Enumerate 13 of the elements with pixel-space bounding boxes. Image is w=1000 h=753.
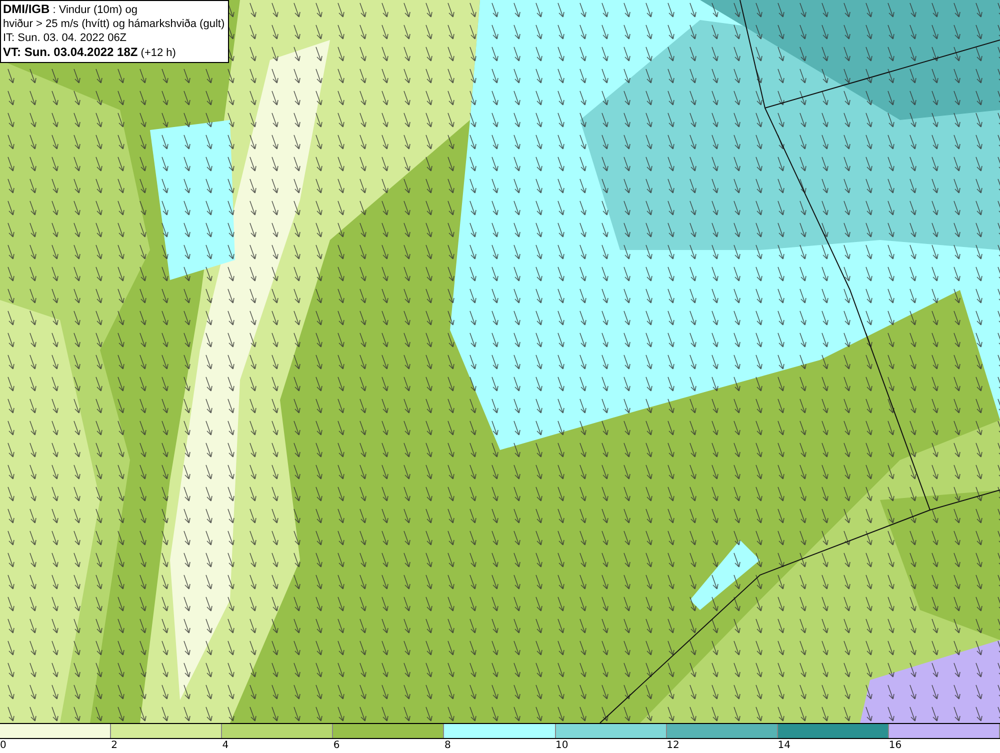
scale-label: 10 (556, 739, 568, 753)
scale-label: 0 (0, 739, 6, 753)
scale-label: 8 (444, 739, 451, 753)
scale-label: 4 (222, 739, 229, 753)
title-line: DMI/IGB : Vindur (10m) og (3, 2, 139, 17)
title-line: VT: Sun. 03.04.2022 18Z (+12 h) (3, 45, 177, 60)
title-line: hviður > 25 m/s (hvítt) og hámarkshviða (gult) (3, 17, 225, 31)
scale-label: 16 (888, 739, 902, 753)
scale-label: 12 (666, 739, 680, 753)
scale-label: 14 (778, 739, 790, 753)
scale-label: 6 (333, 739, 340, 753)
title-line: IT: Sun. 03. 04. 2022 06Z (3, 31, 128, 45)
scale-label: 2 (111, 739, 118, 753)
